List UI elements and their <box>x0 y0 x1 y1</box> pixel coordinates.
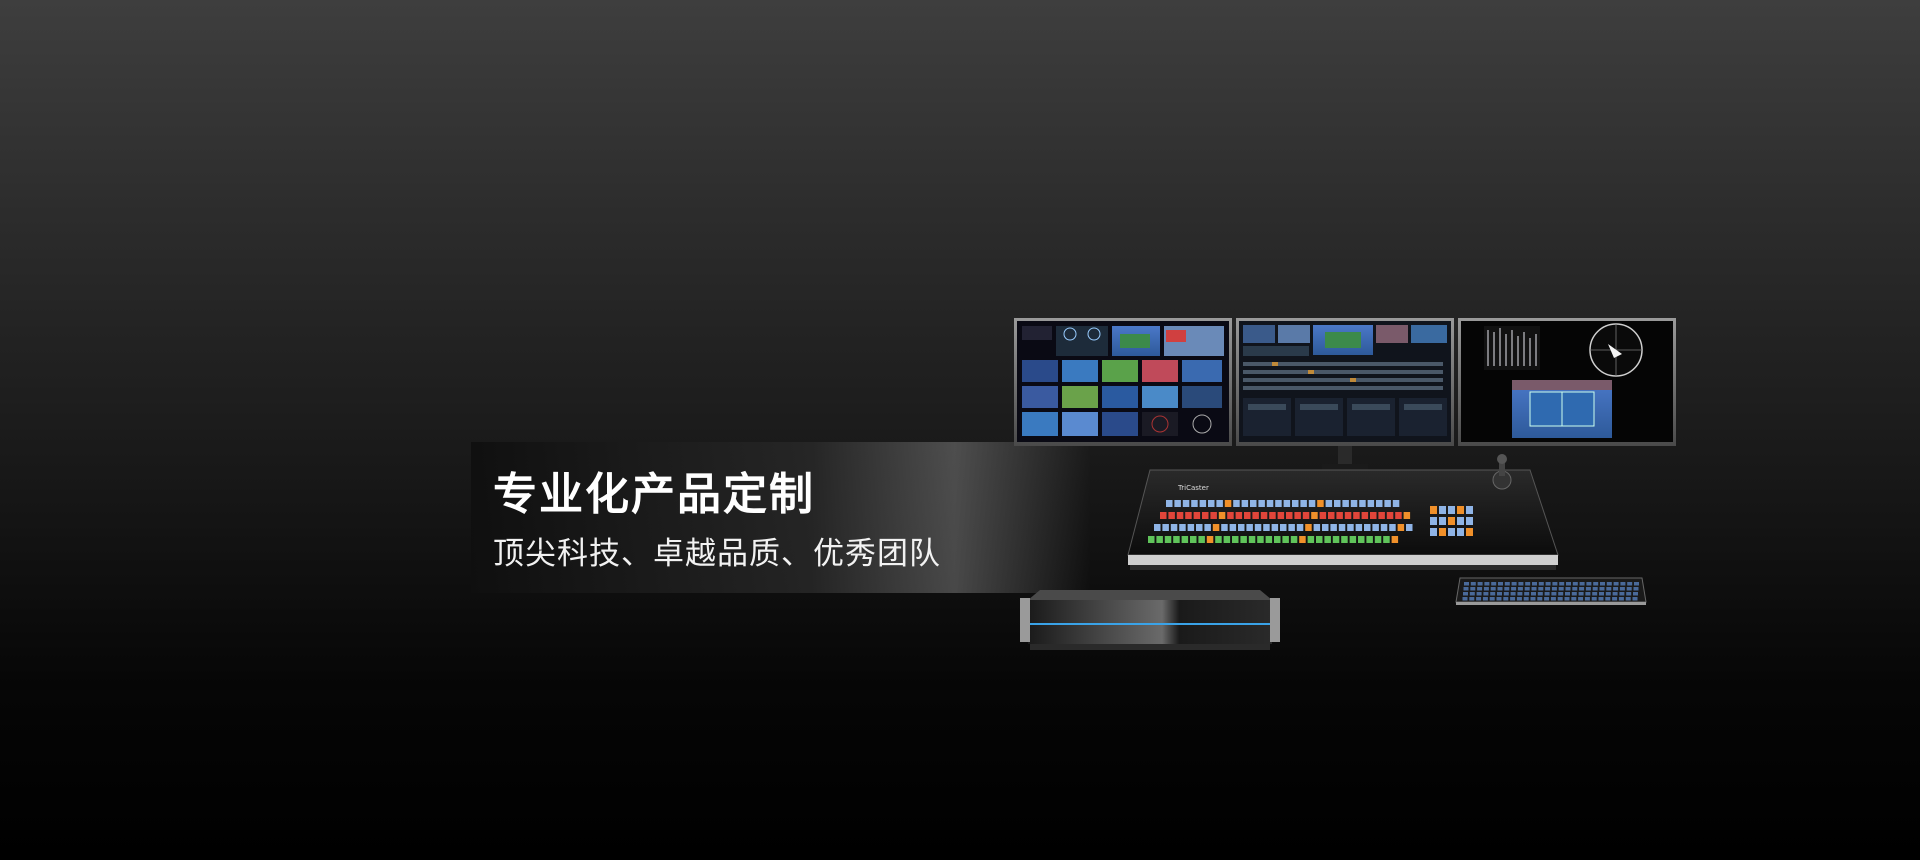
keyboard <box>1455 577 1647 605</box>
control-surface: TriCaster <box>1127 454 1559 570</box>
left-monitor <box>1014 318 1232 446</box>
rack-unit <box>1020 590 1280 650</box>
monitor-stand <box>1338 446 1352 466</box>
banner-subtitle: 顶尖科技、卓越品质、优秀团队 <box>493 536 941 572</box>
right-monitor <box>1458 318 1676 446</box>
product-image: TriCaster <box>1014 318 1676 650</box>
hero-banner: 专业化产品定制 顶尖科技、卓越品质、优秀团队 TriCaster <box>0 0 1920 860</box>
product-brand-label: TriCaster <box>1177 484 1209 492</box>
banner-title: 专业化产品定制 <box>493 469 815 520</box>
center-monitor <box>1236 318 1454 446</box>
